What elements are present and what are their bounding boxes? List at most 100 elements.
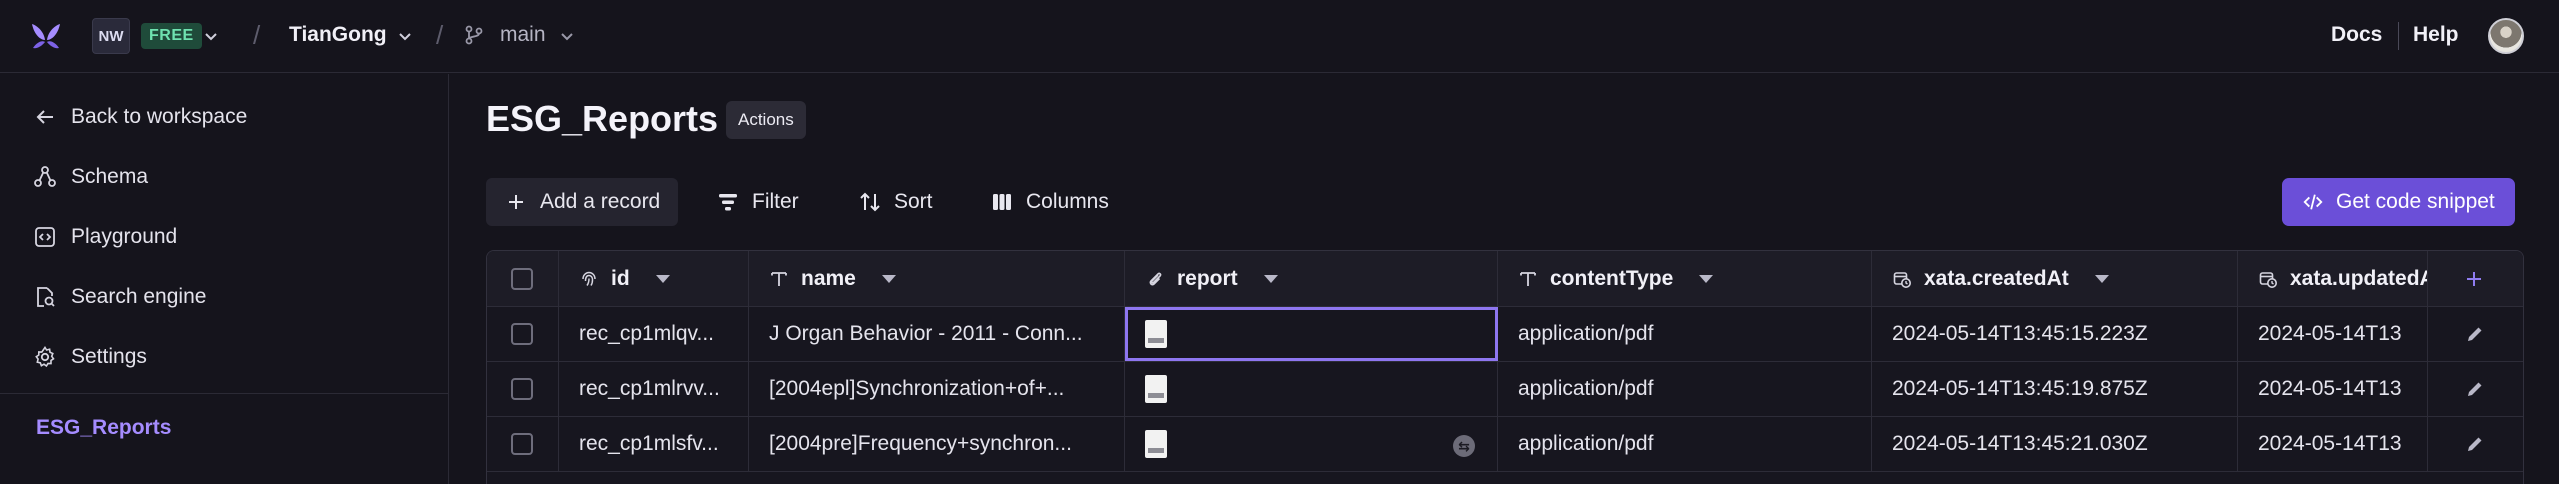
row-select-cell [487, 362, 559, 416]
filter-icon [719, 194, 737, 211]
column-header-contenttype[interactable]: contentType [1498, 251, 1872, 306]
column-header-report[interactable]: report [1125, 251, 1498, 306]
row-checkbox[interactable] [511, 323, 533, 345]
column-header-createdat[interactable]: xata.createdAt [1872, 251, 2238, 306]
datetime-icon [1893, 271, 1911, 288]
file-icon[interactable] [1145, 430, 1167, 458]
table-header-row: id name report contentType xata.createdA… [487, 251, 2523, 307]
git-branch-icon [465, 25, 483, 45]
workspace-avatar[interactable]: NW [92, 18, 130, 54]
select-all-checkbox[interactable] [511, 267, 533, 290]
sidebar-item-settings[interactable]: Settings [33, 342, 147, 372]
chevron-down-icon[interactable] [397, 28, 413, 44]
search-doc-icon [37, 287, 55, 307]
chevron-down-icon[interactable] [559, 28, 575, 44]
code-icon [2303, 194, 2323, 210]
plan-badge: FREE [141, 23, 202, 49]
cell-name[interactable]: J Organ Behavior - 2011 - Conn... [749, 307, 1125, 361]
filter-button[interactable]: Filter [716, 178, 799, 226]
row-checkbox[interactable] [511, 433, 533, 455]
table-row[interactable]: rec_cp1mlrvv... [2004epl]Synchronization… [487, 362, 2523, 417]
text-type-icon [771, 271, 787, 286]
caret-down-icon[interactable] [2094, 274, 2109, 283]
cell-updatedat[interactable]: 2024-05-14T13 [2238, 362, 2428, 416]
get-code-label: Get code snippet [2336, 190, 2495, 213]
add-record-label: Add a record [540, 190, 661, 213]
row-checkbox[interactable] [511, 378, 533, 400]
sidebar-item-schema[interactable]: Schema [33, 162, 148, 192]
row-select-cell [487, 417, 559, 471]
cell-id[interactable]: rec_cp1mlqv... [559, 307, 749, 361]
plus-icon [509, 195, 523, 209]
sidebar-item-label: Playground [71, 225, 178, 248]
sidebar-item-label: Search engine [71, 285, 207, 308]
cell-report[interactable] [1125, 362, 1498, 416]
plus-icon[interactable] [2464, 269, 2484, 289]
top-bar: NW FREE / TianGong / main Docs Help [0, 0, 2559, 73]
columns-icon [993, 194, 1011, 210]
workspace-name[interactable]: TianGong [289, 23, 387, 47]
sidebar-item-search-engine[interactable]: Search engine [33, 282, 206, 312]
text-type-icon [1520, 271, 1536, 286]
pencil-icon[interactable] [2464, 378, 2486, 400]
pencil-icon[interactable] [2464, 323, 2486, 345]
column-header-label: xata.updatedA [2290, 266, 2428, 290]
cell-createdat[interactable]: 2024-05-14T13:45:19.875Z [1872, 362, 2238, 416]
sync-icon[interactable]: ⇆ [1453, 435, 1475, 457]
cell-name[interactable]: [2004epl]Synchronization+of+... [749, 362, 1125, 416]
column-header-label: id [611, 266, 630, 290]
row-actions-cell [2428, 417, 2523, 471]
cell-updatedat[interactable]: 2024-05-14T13 [2238, 307, 2428, 361]
row-actions-cell [2428, 307, 2523, 361]
select-all-cell [487, 251, 559, 306]
column-header-id[interactable]: id [559, 251, 749, 306]
xata-logo-icon[interactable] [28, 18, 64, 54]
sidebar-item-back[interactable]: Back to workspace [33, 102, 247, 132]
cell-createdat[interactable]: 2024-05-14T13:45:21.030Z [1872, 417, 2238, 471]
sidebar-item-label: Schema [71, 165, 149, 188]
cell-id[interactable]: rec_cp1mlsfv... [559, 417, 749, 471]
sort-button[interactable]: Sort [858, 178, 933, 226]
cell-createdat[interactable]: 2024-05-14T13:45:15.223Z [1872, 307, 2238, 361]
caret-down-icon[interactable] [1263, 274, 1278, 283]
fingerprint-icon [582, 271, 596, 286]
user-avatar[interactable] [2488, 18, 2524, 54]
sidebar-item-label: Settings [71, 345, 147, 368]
column-header-name[interactable]: name [749, 251, 1125, 306]
sidebar-item-playground[interactable]: Playground [33, 222, 177, 252]
chevron-down-icon[interactable] [203, 28, 219, 44]
sidebar: Back to workspace Schema Playground Sear… [0, 74, 449, 484]
cell-contenttype[interactable]: application/pdf [1498, 417, 1872, 471]
column-header-label: xata.createdAt [1924, 266, 2069, 290]
sidebar-item-table[interactable]: ESG_Reports [36, 416, 171, 440]
caret-down-icon[interactable] [655, 274, 670, 283]
caret-down-icon[interactable] [881, 274, 896, 283]
get-code-snippet-button[interactable]: Get code snippet [2282, 178, 2515, 226]
cell-id[interactable]: rec_cp1mlrvv... [559, 362, 749, 416]
cell-report[interactable]: ⇆ [1125, 417, 1498, 471]
file-icon[interactable] [1145, 320, 1167, 348]
cell-contenttype[interactable]: application/pdf [1498, 307, 1872, 361]
branch-selector[interactable]: main [500, 23, 546, 47]
row-actions-cell [2428, 362, 2523, 416]
cell-contenttype[interactable]: application/pdf [1498, 362, 1872, 416]
file-icon[interactable] [1145, 375, 1167, 403]
table-row[interactable]: rec_cp1mlsfv... [2004pre]Frequency+synch… [487, 417, 2523, 472]
help-link[interactable]: Help [2413, 23, 2459, 47]
caret-down-icon[interactable] [1699, 274, 1714, 283]
add-record-button[interactable]: Add a record [486, 178, 679, 226]
paperclip-icon [1149, 272, 1162, 285]
sort-icon [860, 192, 880, 212]
table-row[interactable]: rec_cp1mlqv... J Organ Behavior - 2011 -… [487, 307, 2523, 362]
cell-name[interactable]: [2004pre]Frequency+synchron... [749, 417, 1125, 471]
divider [0, 393, 449, 394]
columns-button[interactable]: Columns [990, 178, 1109, 226]
column-header-updatedat[interactable]: xata.updatedA [2238, 251, 2428, 306]
cell-updatedat[interactable]: 2024-05-14T13 [2238, 417, 2428, 471]
pencil-icon[interactable] [2464, 433, 2486, 455]
actions-button[interactable]: Actions [726, 101, 806, 139]
schema-icon [34, 166, 56, 187]
cell-report[interactable] [1125, 307, 1498, 361]
docs-link[interactable]: Docs [2331, 23, 2382, 47]
sidebar-item-label: Back to workspace [71, 105, 248, 128]
